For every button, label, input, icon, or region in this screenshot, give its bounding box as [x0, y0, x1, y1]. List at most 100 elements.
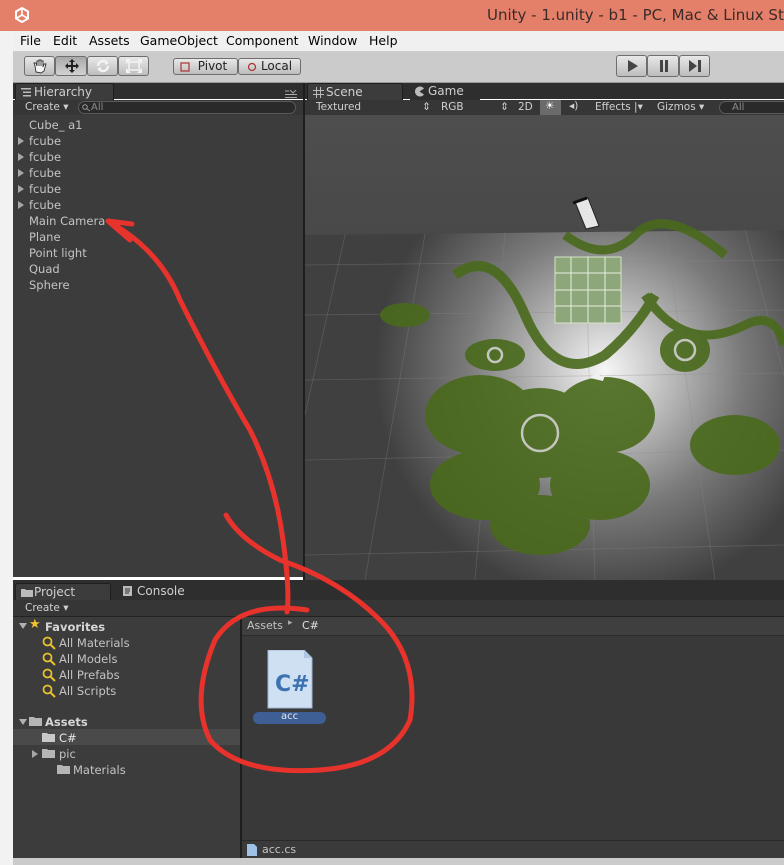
- search-filter-icon: [42, 636, 56, 650]
- local-toggle-button[interactable]: Local: [238, 58, 301, 75]
- console-icon: [123, 586, 132, 596]
- editor-bottom-bar: [13, 858, 784, 865]
- hierarchy-item[interactable]: Quad: [29, 262, 60, 276]
- render-mode-dropdown[interactable]: Textured: [316, 101, 361, 113]
- hierarchy-toolbar: Create ▾ All: [13, 100, 303, 116]
- search-filter-icon: [42, 684, 56, 698]
- tab-hierarchy[interactable]: Hierarchy: [15, 83, 114, 100]
- move-tool-button[interactable]: [55, 56, 87, 76]
- expand-arrow-icon[interactable]: [18, 153, 24, 161]
- assets-collapse-arrow-icon[interactable]: [19, 719, 27, 725]
- window-title-bar: Unity - 1.unity - b1 - PC, Mac & Linux S…: [0, 0, 784, 31]
- scene-search-input[interactable]: All: [719, 101, 784, 114]
- hand-tool-button[interactable]: [24, 56, 55, 76]
- hierarchy-item[interactable]: Point light: [29, 246, 87, 260]
- folder-icon: [42, 733, 55, 742]
- hierarchy-item[interactable]: fcube: [29, 198, 61, 212]
- hierarchy-item[interactable]: Plane: [29, 230, 61, 244]
- scale-tool-button[interactable]: [118, 56, 149, 76]
- favorite-item[interactable]: All Prefabs: [59, 668, 120, 682]
- local-label: Local: [260, 59, 293, 73]
- pic-expand-arrow-icon[interactable]: [32, 750, 38, 758]
- favorite-item[interactable]: All Scripts: [59, 684, 116, 698]
- tab-scene[interactable]: Scene: [307, 83, 403, 100]
- audio-icon[interactable]: ◂): [569, 100, 578, 112]
- folder-item-csharp[interactable]: C#: [59, 731, 77, 745]
- local-icon: [247, 62, 257, 72]
- fcube-grid: [554, 256, 622, 324]
- expand-arrow-icon[interactable]: [18, 185, 24, 193]
- menu-gameobject[interactable]: GameObject: [140, 33, 218, 48]
- pivot-label: Pivot: [197, 59, 228, 73]
- hierarchy-item-main-camera[interactable]: Main Camera: [29, 214, 105, 228]
- play-button[interactable]: [616, 55, 647, 77]
- project-tab-label: Project: [34, 585, 76, 599]
- rotate-icon: [96, 59, 110, 73]
- scene-toolbar: Textured ⇕ RGB ⇕ 2D ☀ ◂) Effects |▾ Gizm…: [305, 100, 784, 116]
- tab-game[interactable]: Game: [410, 83, 480, 100]
- move-arrows-icon: [65, 59, 79, 73]
- game-pacman-icon: [415, 86, 424, 97]
- project-create-dropdown[interactable]: Create ▾: [25, 602, 69, 614]
- sun-icon: ☀: [545, 100, 555, 112]
- tab-project[interactable]: Project: [15, 583, 111, 600]
- expand-arrow-icon[interactable]: [18, 201, 24, 209]
- mode-2d-toggle[interactable]: 2D: [518, 101, 533, 113]
- status-file-name: acc.cs: [262, 843, 297, 856]
- effects-dropdown[interactable]: Effects |▾: [595, 101, 643, 113]
- project-toolbar: Create ▾: [13, 600, 784, 617]
- folder-icon: [29, 717, 42, 726]
- breadcrumb-separator-icon: ▸: [288, 618, 293, 628]
- hierarchy-item[interactable]: fcube: [29, 134, 61, 148]
- rotate-tool-button[interactable]: [87, 56, 118, 76]
- menu-assets[interactable]: Assets: [89, 33, 130, 48]
- pivot-toggle-button[interactable]: Pivot: [173, 58, 238, 75]
- selected-file-label[interactable]: acc: [253, 711, 326, 724]
- expand-arrow-icon[interactable]: [18, 169, 24, 177]
- unity-logo-icon: [15, 7, 29, 23]
- expand-arrow-icon[interactable]: [18, 137, 24, 145]
- tab-console[interactable]: Console: [119, 583, 199, 600]
- menu-edit[interactable]: Edit: [53, 33, 77, 48]
- search-icon: [82, 104, 91, 112]
- render-mode-arrow-icon: ⇕: [422, 101, 431, 113]
- favorites-collapse-arrow-icon[interactable]: [19, 623, 27, 629]
- hierarchy-item[interactable]: Cube_ a1: [29, 118, 82, 132]
- breadcrumb-csharp[interactable]: C#: [302, 619, 319, 632]
- favorite-item[interactable]: All Materials: [59, 636, 130, 650]
- left-background-strip: [0, 31, 13, 865]
- color-mode-dropdown[interactable]: RGB: [441, 101, 464, 113]
- gizmos-dropdown[interactable]: Gizmos ▾: [657, 101, 704, 113]
- hierarchy-item[interactable]: Sphere: [29, 278, 70, 292]
- folder-icon: [57, 765, 70, 774]
- search-filter-icon: [42, 652, 56, 666]
- hierarchy-search-input[interactable]: All: [78, 101, 296, 114]
- folder-icon: [42, 749, 55, 758]
- scale-icon: [126, 59, 142, 73]
- favorites-star-icon: ★: [29, 617, 41, 632]
- favorites-label[interactable]: Favorites: [45, 620, 105, 634]
- step-button[interactable]: [679, 55, 710, 77]
- menu-help[interactable]: Help: [369, 33, 398, 48]
- hierarchy-item[interactable]: fcube: [29, 150, 61, 164]
- hierarchy-tab-label: Hierarchy: [34, 85, 93, 99]
- folder-item-pic[interactable]: pic: [59, 747, 76, 761]
- project-asset-view: [242, 617, 784, 865]
- step-icon: [689, 60, 701, 72]
- csharp-script-file[interactable]: C#: [266, 649, 314, 710]
- menu-component[interactable]: Component: [226, 33, 299, 48]
- hierarchy-item[interactable]: fcube: [29, 182, 61, 196]
- menu-file[interactable]: File: [20, 33, 41, 48]
- menu-window[interactable]: Window: [308, 33, 357, 48]
- scene-viewport[interactable]: [305, 115, 784, 580]
- favorite-item[interactable]: All Models: [59, 652, 117, 666]
- hierarchy-create-dropdown[interactable]: Create ▾: [25, 101, 69, 113]
- breadcrumb-assets[interactable]: Assets: [247, 619, 283, 632]
- hierarchy-item[interactable]: fcube: [29, 166, 61, 180]
- pause-button[interactable]: [647, 55, 679, 77]
- assets-label[interactable]: Assets: [45, 715, 88, 729]
- menu-bar: File Edit Assets GameObject Component Wi…: [13, 31, 784, 52]
- folder-item-materials[interactable]: Materials: [73, 763, 126, 777]
- pivot-icon: [180, 62, 190, 72]
- color-mode-arrow-icon: ⇕: [500, 101, 509, 113]
